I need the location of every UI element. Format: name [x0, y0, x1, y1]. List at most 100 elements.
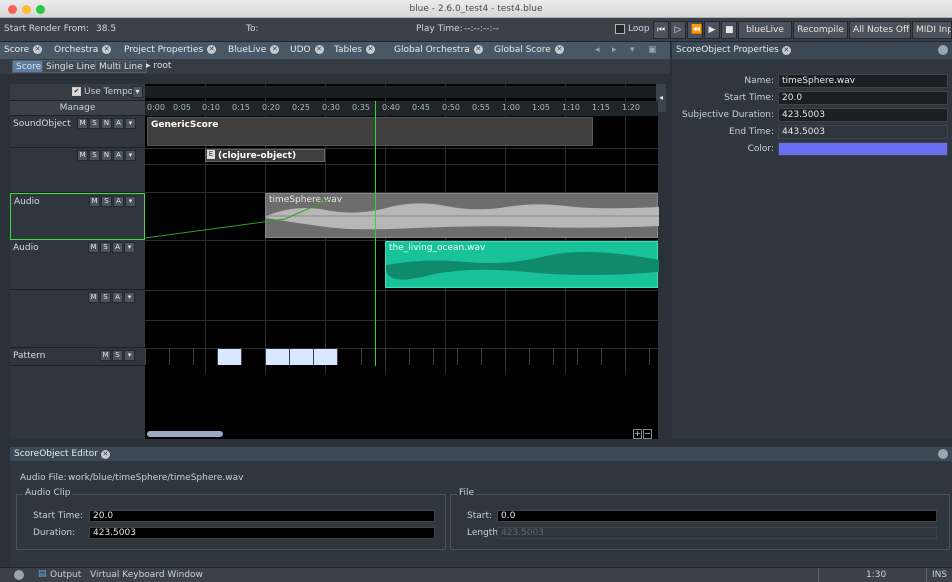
loop-checkbox[interactable] [615, 24, 625, 34]
color-swatch[interactable] [778, 142, 948, 156]
play-icon[interactable]: ▶ [704, 21, 720, 39]
pattern-cell-on[interactable] [314, 349, 337, 365]
mute-button[interactable]: M [77, 150, 88, 161]
close-icon[interactable]: ✕ [270, 45, 280, 54]
lane-name[interactable]: SoundObject [13, 119, 71, 129]
maximize-window-button[interactable] [36, 5, 45, 14]
solo-button[interactable]: S [100, 242, 111, 253]
tab-scoreobject-properties[interactable]: ScoreObject Properties ✕ [676, 45, 791, 55]
close-icon[interactable]: ✕ [100, 450, 110, 459]
tab-score[interactable]: Score ✕ [4, 42, 43, 59]
lane-menu-icon[interactable]: ▾ [125, 196, 136, 207]
use-tempo-checkbox[interactable]: ✔ [72, 87, 81, 96]
recompile-button[interactable]: Recompile [793, 21, 848, 39]
horizontal-scrollbar[interactable]: + − [145, 429, 658, 439]
solo-button[interactable]: S [89, 150, 100, 161]
pattern-cell-on[interactable] [266, 349, 289, 365]
clip-start-time-input[interactable]: 20.0 [89, 510, 435, 522]
clip-duration-input[interactable]: 423.5003 [89, 527, 435, 539]
output-window-link[interactable]: Output [50, 570, 81, 580]
pane-menu-icon[interactable] [938, 449, 948, 459]
automation-button[interactable]: A [113, 196, 124, 207]
automation-line[interactable] [145, 193, 345, 239]
tab-global-orchestra[interactable]: Global Orchestra ✕ [394, 42, 483, 59]
time-ruler[interactable]: 0:00 0:05 0:10 0:15 0:20 0:25 0:30 0:35 … [145, 101, 658, 116]
minimize-window-button[interactable] [22, 5, 31, 14]
name-field[interactable]: timeSphere.wav [778, 74, 948, 88]
all-notes-off-button[interactable]: All Notes Off [849, 21, 911, 39]
virtual-keyboard-window-link[interactable]: Virtual Keyboard Window [90, 570, 203, 580]
automation-button[interactable]: A [113, 118, 124, 129]
lane-menu-icon[interactable]: ▾ [125, 150, 136, 161]
close-icon[interactable]: ✕ [365, 45, 375, 54]
tab-scroll-left-icon[interactable]: ◂ [595, 42, 600, 59]
tab-scroll-right-icon[interactable]: ▸ [612, 42, 617, 59]
rewind-icon[interactable]: ⏮ [653, 21, 669, 39]
lane-menu-icon[interactable]: ▾ [124, 242, 135, 253]
automation-button[interactable]: A [112, 242, 123, 253]
subtab-multi-line[interactable]: Multi Line [95, 60, 147, 73]
automation-button[interactable]: A [112, 292, 123, 303]
notifications-icon[interactable] [14, 570, 24, 580]
lane-soundobject[interactable]: SoundObject M S N A ▾ [10, 116, 145, 148]
subtab-single-line[interactable]: Single Line [42, 60, 100, 73]
scrollbar-thumb[interactable] [147, 431, 223, 437]
close-icon[interactable]: ✕ [33, 45, 43, 54]
lane-menu-icon[interactable]: ▾ [125, 118, 136, 129]
close-icon[interactable]: ✕ [554, 45, 564, 54]
start-time-field[interactable]: 20.0 [778, 91, 948, 105]
close-icon[interactable]: ✕ [314, 45, 324, 54]
lane-audio[interactable]: Audio M S A ▾ [10, 240, 145, 290]
playhead[interactable] [375, 101, 376, 366]
maximize-pane-icon[interactable]: ▣ [648, 42, 657, 59]
solo-button[interactable]: S [89, 118, 100, 129]
lane-empty[interactable]: M S N A ▾ [10, 148, 145, 193]
pattern-row[interactable] [145, 348, 658, 366]
lane-name[interactable]: Audio [14, 197, 40, 207]
output-icon[interactable]: ▤ [38, 569, 47, 579]
subtab-score[interactable]: Score [12, 60, 46, 73]
mute-button[interactable]: M [77, 118, 88, 129]
tab-tables[interactable]: Tables ✕ [334, 42, 375, 59]
tab-global-score[interactable]: Global Score ✕ [494, 42, 564, 59]
lane-empty-2[interactable]: M S A ▾ [10, 290, 145, 348]
midi-input-button[interactable]: MIDI Inpu [912, 21, 952, 39]
zoom-in-icon[interactable]: + [633, 429, 642, 439]
mute-button[interactable]: M [100, 350, 111, 361]
close-icon[interactable]: ✕ [102, 45, 112, 54]
render-from-value[interactable]: 38.5 [96, 24, 116, 34]
lane-audio-selected[interactable]: Audio M S A ▾ [10, 193, 145, 240]
pattern-cell-on[interactable] [218, 349, 241, 365]
stop-icon[interactable]: ■ [721, 21, 737, 39]
mute-button[interactable]: M [88, 242, 99, 253]
subjective-duration-field[interactable]: 423.5003 [778, 108, 948, 122]
breadcrumb[interactable]: ▸ root [146, 61, 171, 71]
mute-button[interactable]: M [88, 292, 99, 303]
manage-button[interactable]: Manage [10, 101, 145, 116]
tempo-dropdown-icon[interactable]: ▾ [132, 86, 143, 98]
tab-project-properties[interactable]: Project Properties ✕ [124, 42, 217, 59]
tempo-strip[interactable] [145, 86, 658, 98]
bluelive-button[interactable]: blueLive [738, 21, 792, 39]
tab-orchestra[interactable]: Orchestra ✕ [54, 42, 112, 59]
generic-score-block[interactable]: GenericScore [147, 117, 593, 146]
automation-button[interactable]: A [113, 150, 124, 161]
tab-scoreobject-editor[interactable]: ScoreObject Editor ✕ [14, 449, 110, 459]
tab-list-icon[interactable]: ▾ [630, 42, 635, 59]
solo-button[interactable]: S [100, 292, 111, 303]
lane-pattern[interactable]: Pattern M S ▾ [10, 348, 145, 366]
close-window-button[interactable] [8, 5, 17, 14]
tab-udo[interactable]: UDO ✕ [290, 42, 324, 59]
solo-button[interactable]: S [101, 196, 112, 207]
close-icon[interactable]: ✕ [473, 45, 483, 54]
mute-button[interactable]: M [89, 196, 100, 207]
previous-icon[interactable]: ⏪ [687, 21, 703, 39]
solo-button[interactable]: S [112, 350, 123, 361]
play-from-start-icon[interactable]: ▷ [670, 21, 686, 39]
close-icon[interactable]: ✕ [781, 46, 791, 55]
n-button[interactable]: N [101, 150, 112, 161]
lane-menu-icon[interactable]: ▾ [124, 350, 135, 361]
n-button[interactable]: N [101, 118, 112, 129]
clojure-object-block[interactable]: E (clojure-object) [205, 149, 325, 162]
pane-menu-icon[interactable] [938, 45, 948, 55]
